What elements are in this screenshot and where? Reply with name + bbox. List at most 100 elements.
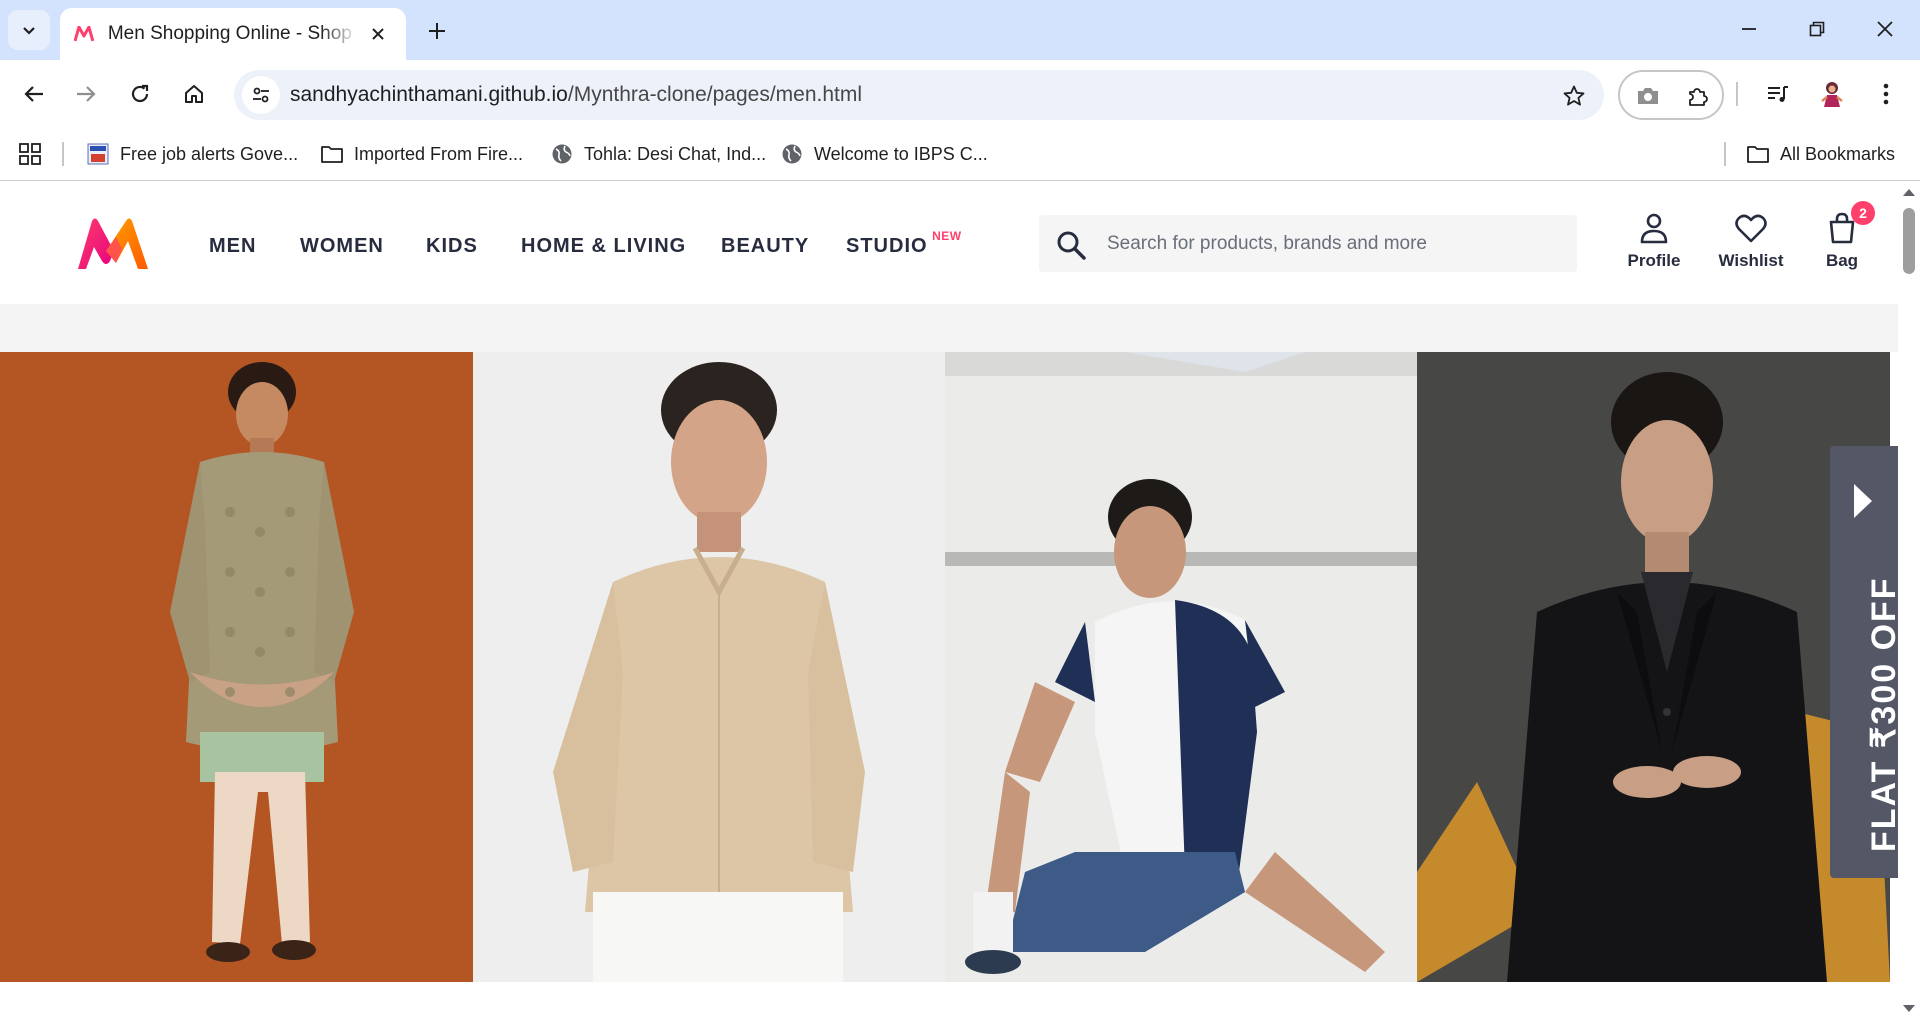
bag-count-badge: 2	[1851, 201, 1875, 225]
puzzle-icon	[1689, 88, 1708, 106]
restore-button[interactable]	[1782, 0, 1852, 58]
active-tab[interactable]: Men Shopping Online - Shop for Men	[60, 8, 406, 60]
bag-button[interactable]: 2 Bag	[1802, 201, 1882, 281]
camera-icon	[1638, 88, 1658, 104]
nav-home-living[interactable]: HOME & LIVING	[521, 235, 686, 258]
header-spacer	[0, 304, 1898, 352]
profile-button[interactable]: Profile	[1614, 211, 1694, 281]
nav-kids[interactable]: KIDS	[426, 235, 478, 258]
bookmarks-divider	[1724, 142, 1726, 166]
site-header: MEN WOMEN KIDS HOME & LIVING BEAUTY STUD…	[0, 181, 1898, 304]
arrow-right-icon	[77, 86, 96, 102]
bookmark-item-3[interactable]: Tohla: Desi Chat, Ind...	[550, 140, 766, 168]
scrollbar-thumb[interactable]	[1903, 208, 1915, 274]
banner-panel-sports[interactable]	[945, 352, 1417, 982]
bag-icon-wrap: 2	[1825, 201, 1875, 245]
restore-icon	[1809, 21, 1825, 37]
site-info-button[interactable]	[242, 76, 280, 114]
star-icon	[1563, 85, 1585, 106]
url-domain: sandhyachinthamani.github.io	[290, 83, 568, 106]
page-viewport: MEN WOMEN KIDS HOME & LIVING BEAUTY STUD…	[0, 181, 1920, 1020]
nav-men[interactable]: MEN	[209, 235, 256, 258]
globe-icon	[780, 142, 804, 166]
url-path: /Mynthra-clone/pages/men.html	[567, 83, 863, 106]
myntra-logo[interactable]	[76, 217, 150, 271]
more-vert-icon	[1883, 83, 1889, 105]
folder-icon	[1746, 142, 1770, 166]
profile-avatar-button[interactable]	[1812, 74, 1852, 114]
chevron-down-icon	[23, 27, 35, 35]
model-sports-image	[945, 352, 1417, 982]
home-button[interactable]	[174, 74, 214, 114]
minimize-icon	[1742, 28, 1756, 30]
all-bookmarks-label: All Bookmarks	[1780, 143, 1896, 164]
reload-icon	[131, 84, 149, 103]
browser-menu-button[interactable]	[1866, 74, 1906, 114]
extensions-button[interactable]	[1682, 80, 1714, 112]
bookmarks-divider	[62, 142, 64, 166]
avatar-icon	[1821, 82, 1843, 107]
bookmark-label: Free job alerts Gove...	[120, 143, 299, 164]
address-bar[interactable]: sandhyachinthamani.github.io/Mynthra-clo…	[234, 70, 1604, 120]
tab-strip: Men Shopping Online - Shop for Men	[0, 0, 1920, 60]
offer-tab[interactable]: FLAT ₹300 OFF	[1830, 446, 1903, 878]
tab-title: Men Shopping Online - Shop for Men	[107, 23, 358, 44]
bookmark-label: Tohla: Desi Chat, Ind...	[584, 143, 767, 164]
banner-panel-suit[interactable]	[1417, 352, 1890, 982]
tab-search-button[interactable]	[8, 10, 50, 50]
browser-toolbar: sandhyachinthamani.github.io/Mynthra-clo…	[0, 60, 1920, 128]
nav-beauty[interactable]: BEAUTY	[721, 235, 809, 258]
bookmark-item-4[interactable]: Welcome to IBPS C...	[780, 140, 988, 168]
plus-icon	[429, 23, 445, 39]
extensions-group	[1618, 70, 1724, 120]
url-text[interactable]: sandhyachinthamani.github.io/Mynthra-clo…	[290, 83, 862, 107]
scroll-down-icon[interactable]	[1903, 1005, 1915, 1012]
toolbar-divider	[1736, 82, 1738, 106]
screenshot-extension-button[interactable]	[1632, 80, 1664, 112]
search-input[interactable]	[1107, 215, 1557, 272]
job-site-favicon-icon	[86, 142, 110, 166]
forward-button[interactable]	[66, 74, 106, 114]
media-controls-button[interactable]	[1758, 74, 1798, 114]
wishlist-button[interactable]: Wishlist	[1711, 211, 1791, 281]
close-window-button[interactable]	[1850, 0, 1920, 58]
home-icon	[185, 85, 203, 103]
nav-studio-label: STUDIO	[846, 235, 928, 257]
tune-icon	[253, 87, 269, 103]
tab-close-icon[interactable]	[364, 20, 392, 48]
bookmark-label: Welcome to IBPS C...	[814, 143, 988, 164]
browser-chrome: Men Shopping Online - Shop for Men	[0, 0, 1920, 181]
scroll-up-icon[interactable]	[1903, 189, 1915, 196]
all-bookmarks-button[interactable]: All Bookmarks	[1746, 140, 1895, 168]
play-arrow-icon	[1854, 484, 1872, 518]
nav-women[interactable]: WOMEN	[300, 235, 384, 258]
reload-button[interactable]	[120, 74, 160, 114]
new-tab-button[interactable]	[418, 12, 456, 50]
playlist-music-icon	[1768, 86, 1788, 102]
bookmarks-bar: Free job alerts Gove... Imported From Fi…	[0, 128, 1920, 181]
close-icon	[1877, 21, 1893, 37]
myntra-favicon-icon	[74, 26, 94, 42]
banner-panel-ethnic[interactable]	[0, 352, 473, 982]
bookmark-item-2[interactable]: Imported From Fire...	[320, 140, 523, 168]
bookmark-item-1[interactable]: Free job alerts Gove...	[86, 140, 298, 168]
minimize-button[interactable]	[1714, 0, 1784, 58]
folder-icon	[320, 142, 344, 166]
hero-banner[interactable]	[0, 352, 1890, 982]
page-scrollbar[interactable]	[1898, 181, 1920, 1020]
heart-icon	[1735, 214, 1767, 243]
search-bar[interactable]	[1039, 215, 1577, 272]
page-below-banner	[0, 982, 1898, 1020]
new-badge: NEW	[932, 229, 962, 243]
arrow-left-icon	[24, 86, 43, 102]
banner-panel-shirt[interactable]	[473, 352, 945, 982]
apps-grid-icon[interactable]	[18, 142, 42, 166]
user-icon	[1640, 213, 1668, 244]
globe-icon	[550, 142, 574, 166]
nav-studio[interactable]: STUDIO NEW	[846, 229, 961, 258]
bookmark-star-button[interactable]	[1560, 82, 1588, 110]
back-button[interactable]	[14, 74, 54, 114]
model-shirt-image	[473, 352, 945, 982]
profile-label: Profile	[1627, 251, 1681, 270]
search-icon	[1057, 231, 1086, 260]
